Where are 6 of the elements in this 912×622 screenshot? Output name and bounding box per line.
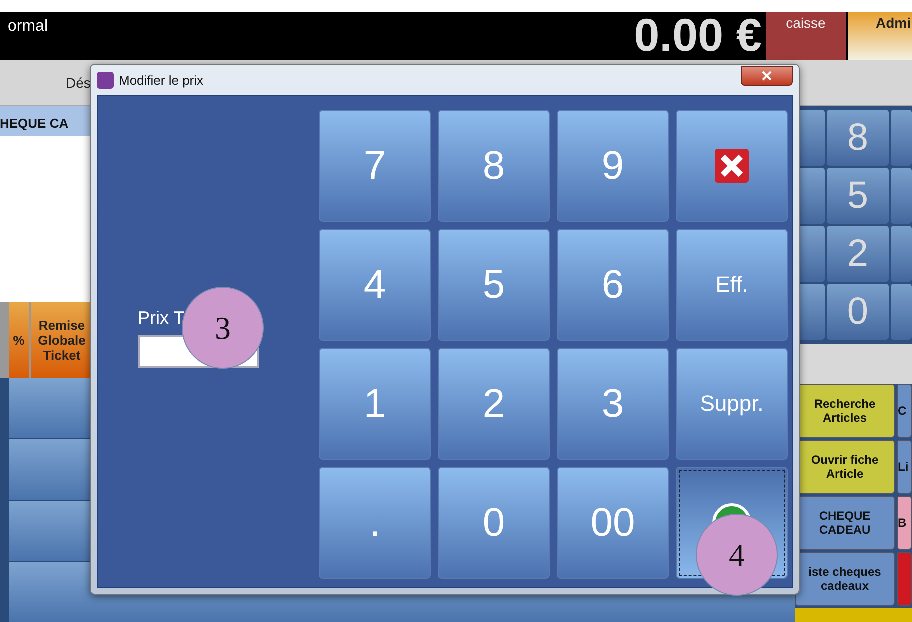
dialog-title: Modifier le prix bbox=[119, 72, 204, 88]
column-header: Dés bbox=[66, 74, 91, 90]
total-amount: 0.00 € bbox=[634, 12, 763, 60]
field-label: Prix T bbox=[138, 308, 185, 329]
mode-label: ormal bbox=[8, 17, 48, 37]
ticket-item: HEQUE CA bbox=[0, 116, 69, 130]
